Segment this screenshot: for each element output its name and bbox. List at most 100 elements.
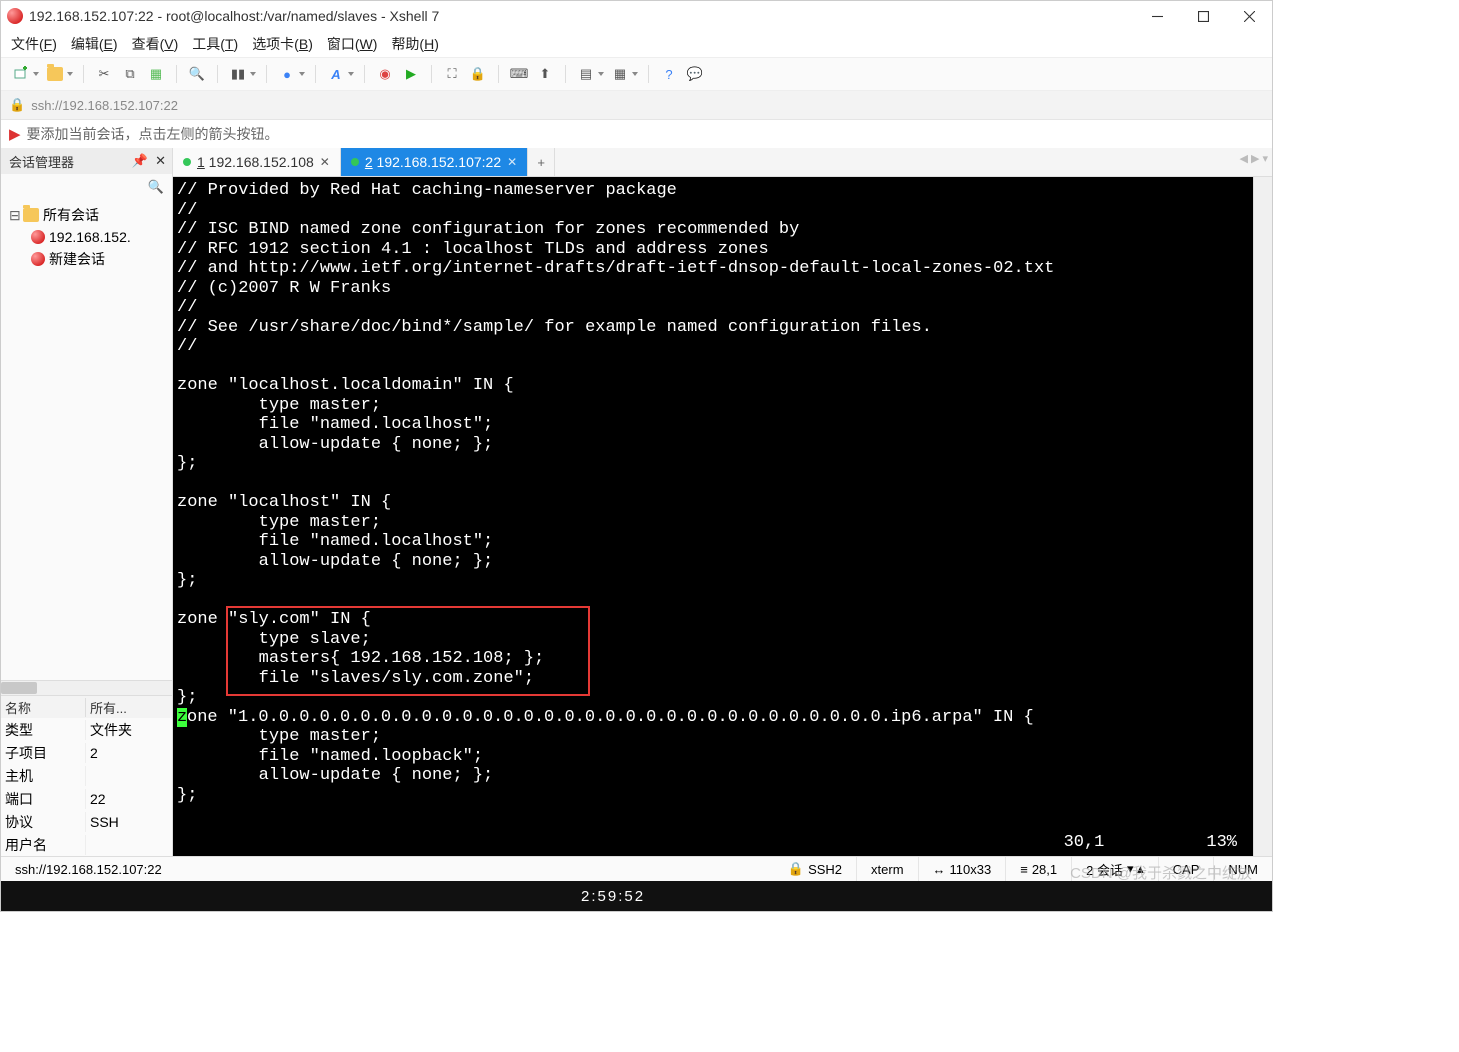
panel-close-icon[interactable]: ✕ <box>155 153 166 169</box>
titlebar: 192.168.152.107:22 - root@localhost:/var… <box>1 1 1272 31</box>
session-manager-panel: 会话管理器 📌 ✕ 🔍 ⊟ 所有会话 192.168.152. 新建会话 <box>1 148 173 856</box>
close-button[interactable] <box>1226 1 1272 31</box>
cut-icon[interactable]: ✂ <box>92 62 116 86</box>
status-ssh: 🔒SSH2 <box>774 857 857 881</box>
status-sessions[interactable]: 2 会话 ▾ ▴ <box>1072 857 1159 881</box>
toolbar: ✂ ⧉ ▦ 🔍 ▮▮ ● A ◉ ▶ ⛶ 🔒 ⌨ ⬆ ▤ ▦ ? 💬 <box>1 57 1272 91</box>
tab-1[interactable]: 1 192.168.152.108 ✕ <box>173 148 341 176</box>
tree-item[interactable]: 192.168.152. <box>5 226 168 248</box>
status-size: ↔ 110x33 <box>919 857 1007 881</box>
terminal-scrollbar[interactable] <box>1253 177 1272 856</box>
sidebar-search-icon[interactable]: 🔍 <box>148 179 164 195</box>
font-button[interactable]: A <box>324 62 348 86</box>
panel-header: 会话管理器 📌 ✕ <box>1 148 172 174</box>
status-dot-icon <box>351 158 359 166</box>
tab-add-button[interactable]: + <box>528 148 555 176</box>
pin-icon[interactable]: 📌 <box>132 153 148 169</box>
status-term: xterm <box>857 857 919 881</box>
tab-nav[interactable]: ◀ ▶ ▾ <box>1239 152 1268 165</box>
prop-col-name: 名称 <box>1 698 86 717</box>
tab-number: 2 <box>365 154 373 170</box>
menu-window[interactable]: 窗口(W) <box>327 34 378 54</box>
window-title: 192.168.152.107:22 - root@localhost:/var… <box>29 8 1134 24</box>
grid-icon[interactable]: ▦ <box>608 62 632 86</box>
prop-key: 用户名 <box>1 835 86 855</box>
menu-tools[interactable]: 工具(T) <box>192 34 238 54</box>
maximize-button[interactable] <box>1180 1 1226 31</box>
menu-view[interactable]: 查看(V) <box>132 34 179 54</box>
xshell-icon[interactable]: ◉ <box>373 62 397 86</box>
prop-val: SSH <box>86 814 172 830</box>
chat-icon[interactable]: 💬 <box>683 62 707 86</box>
prop-col-all: 所有... <box>86 698 172 717</box>
tab-number: 1 <box>197 154 205 170</box>
up-icon[interactable]: ⬆ <box>533 62 557 86</box>
panel-title: 会话管理器 <box>9 152 74 171</box>
tip-bar: ▶ 要添加当前会话，点击左侧的箭头按钮。 <box>1 120 1272 148</box>
menu-help[interactable]: 帮助(H) <box>391 34 438 54</box>
list-icon[interactable]: ▤ <box>574 62 598 86</box>
keyboard-icon[interactable]: ⌨ <box>507 62 531 86</box>
menu-edit[interactable]: 编辑(E) <box>71 34 118 54</box>
prop-key: 主机 <box>1 766 86 786</box>
prop-val: 2 <box>86 745 172 761</box>
lock-icon: 🔒 <box>788 861 804 877</box>
minimize-button[interactable] <box>1134 1 1180 31</box>
open-button[interactable] <box>43 62 67 86</box>
lock-icon[interactable]: 🔒 <box>466 62 490 86</box>
fullscreen-icon[interactable]: ⛶ <box>440 62 464 86</box>
search-icon[interactable]: 🔍 <box>185 62 209 86</box>
status-pos: ≡ 28,1 <box>1006 857 1072 881</box>
sidebar-hscroll[interactable] <box>1 680 172 695</box>
panel-button[interactable]: ▮▮ <box>226 62 250 86</box>
vim-status: 30,1 13% <box>1064 833 1237 853</box>
taskbar-strip: 2:59:52 <box>1 881 1272 911</box>
tree-item-label: 192.168.152. <box>49 229 131 245</box>
tree-root-label: 所有会话 <box>43 205 99 225</box>
prop-key: 协议 <box>1 812 86 832</box>
paste-icon[interactable]: ▦ <box>144 62 168 86</box>
session-tree[interactable]: ⊟ 所有会话 192.168.152. 新建会话 <box>1 200 172 680</box>
status-cap: CAP <box>1159 857 1215 881</box>
clock: 2:59:52 <box>581 888 645 905</box>
tree-item-label: 新建会话 <box>49 249 105 269</box>
address-lock-icon: 🔒 <box>9 97 25 113</box>
collapse-icon[interactable]: ⊟ <box>9 207 19 224</box>
prop-key: 类型 <box>1 720 86 740</box>
prop-key: 端口 <box>1 789 86 809</box>
tree-root[interactable]: ⊟ 所有会话 <box>5 204 168 226</box>
prop-table: 类型文件夹 子项目2 主机 端口22 协议SSH 用户名 <box>1 718 172 856</box>
folder-icon <box>23 208 39 222</box>
statusbar: ssh://192.168.152.107:22 🔒SSH2 xterm ↔ 1… <box>1 856 1272 881</box>
menubar: 文件(F) 编辑(E) 查看(V) 工具(T) 选项卡(B) 窗口(W) 帮助(… <box>1 31 1272 57</box>
new-session-button[interactable] <box>9 62 33 86</box>
play-icon[interactable]: ▶ <box>399 62 423 86</box>
status-left: ssh://192.168.152.107:22 <box>1 857 549 881</box>
tab-label: 192.168.152.107:22 <box>373 154 501 170</box>
globe-icon[interactable]: ● <box>275 62 299 86</box>
session-icon <box>31 230 45 244</box>
copy-icon[interactable]: ⧉ <box>118 62 142 86</box>
status-num: NUM <box>1214 857 1272 881</box>
tab-close-icon[interactable]: ✕ <box>507 155 517 169</box>
menu-file[interactable]: 文件(F) <box>11 34 57 54</box>
address-bar[interactable]: 🔒 ssh://192.168.152.107:22 <box>1 91 1272 120</box>
tab-close-icon[interactable]: ✕ <box>320 155 330 169</box>
help-icon[interactable]: ? <box>657 62 681 86</box>
app-icon <box>7 8 23 24</box>
prop-val: 22 <box>86 791 172 807</box>
highlight-box <box>226 606 590 696</box>
tab-2[interactable]: 2 192.168.152.107:22 ✕ <box>341 148 528 176</box>
prop-key: 子项目 <box>1 743 86 763</box>
tree-item[interactable]: 新建会话 <box>5 248 168 270</box>
menu-tabs[interactable]: 选项卡(B) <box>252 34 313 54</box>
address-url: ssh://192.168.152.107:22 <box>31 98 178 113</box>
tip-text: 要添加当前会话，点击左侧的箭头按钮。 <box>27 124 279 144</box>
terminal[interactable]: // Provided by Red Hat caching-nameserve… <box>173 177 1253 856</box>
prop-val: 文件夹 <box>86 720 172 740</box>
session-icon <box>31 252 45 266</box>
tab-label: 192.168.152.108 <box>205 154 314 170</box>
status-dot-icon <box>183 158 191 166</box>
tabstrip: 1 192.168.152.108 ✕ 2 192.168.152.107:22… <box>173 148 1272 177</box>
prop-columns: 名称 所有... <box>1 696 172 718</box>
